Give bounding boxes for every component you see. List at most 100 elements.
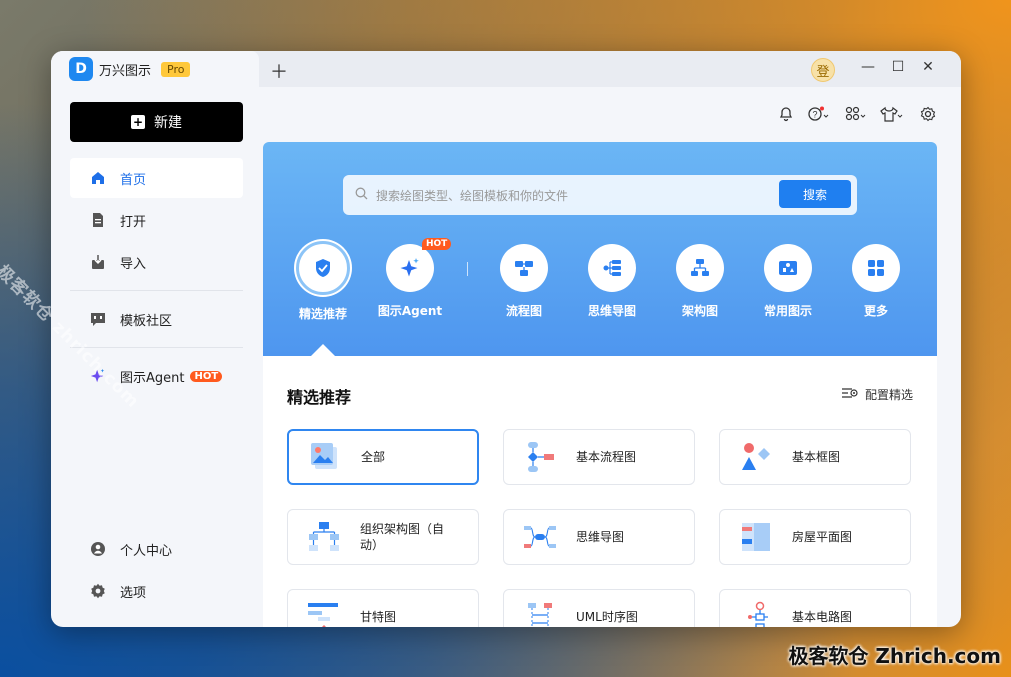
- category-label: 更多: [863, 304, 888, 318]
- config-label: 配置精选: [864, 388, 913, 402]
- category-more[interactable]: 更多: [836, 244, 916, 319]
- template-card-basic-block[interactable]: 基本框图: [719, 429, 911, 485]
- minimize-icon[interactable]: —: [859, 59, 877, 75]
- all-templates-icon: [309, 441, 341, 473]
- hero-banner: 搜索绘图类型、绘图模板和你的文件 搜索 精选推荐 HOT 图示Agent 流程图…: [263, 142, 937, 356]
- maximize-icon[interactable]: ☐: [889, 59, 907, 75]
- circuit-icon: [740, 601, 772, 627]
- category-common-diagram[interactable]: 常用图示: [748, 244, 828, 319]
- card-label: 房屋平面图: [792, 530, 853, 544]
- file-icon: [90, 212, 106, 228]
- sidebar-item-home[interactable]: 首页: [70, 158, 243, 198]
- hot-badge: HOT: [422, 238, 452, 250]
- search-icon: [355, 187, 368, 204]
- featured-section: 精选推荐 配置精选 全部 基本流程图 基本框图 组织架构图（自动） 思维导图 房…: [263, 356, 937, 627]
- settings-icon: [90, 583, 106, 599]
- more-icon: [852, 244, 900, 292]
- bottom-watermark: 极客软仓 Zhrich.com: [788, 644, 1001, 668]
- pro-badge: Pro: [161, 61, 191, 77]
- category-mindmap[interactable]: 思维导图: [572, 244, 652, 319]
- card-label: 全部: [361, 450, 386, 464]
- plus-icon: +: [131, 115, 145, 129]
- architecture-icon: [676, 244, 724, 292]
- category-label: 图示Agent: [377, 304, 443, 318]
- sidebar-item-import[interactable]: 导入: [70, 242, 243, 282]
- app-name: 万兴图示: [99, 63, 152, 79]
- template-card-all[interactable]: 全部: [287, 429, 479, 485]
- featured-icon: [296, 241, 350, 295]
- hot-badge: HOT: [190, 370, 223, 382]
- sidebar-item-label: 选项: [120, 585, 147, 601]
- card-label: 基本流程图: [576, 450, 637, 464]
- user-icon: [90, 541, 106, 557]
- template-card-uml-sequence[interactable]: UML时序图: [503, 589, 695, 627]
- card-label: 基本框图: [792, 450, 841, 464]
- floor-plan-icon: [740, 521, 772, 553]
- org-chart-icon: [308, 521, 340, 553]
- uml-sequence-icon: [524, 601, 556, 627]
- category-agent[interactable]: HOT 图示Agent: [370, 238, 452, 319]
- theme-shirt-icon[interactable]: [880, 106, 904, 126]
- bell-icon[interactable]: [778, 106, 794, 126]
- sidebar-item-label: 个人中心: [120, 543, 173, 559]
- card-label: 基本电路图: [792, 610, 853, 624]
- category-architecture[interactable]: 架构图: [660, 244, 740, 319]
- search-input[interactable]: 搜索绘图类型、绘图模板和你的文件: [376, 187, 568, 204]
- home-icon: [90, 170, 106, 186]
- mindmap-icon: [588, 244, 636, 292]
- template-card-floor-plan[interactable]: 房屋平面图: [719, 509, 911, 565]
- template-card-mindmap[interactable]: 思维导图: [503, 509, 695, 565]
- sidebar-item-label: 导入: [120, 256, 147, 272]
- title-bar: D 万兴图示 Pro ＋ 登 — ☐ ✕: [51, 51, 961, 87]
- section-title: 精选推荐: [287, 388, 352, 407]
- divider: [70, 290, 243, 291]
- help-icon[interactable]: ?: [808, 106, 830, 126]
- category-featured[interactable]: 精选推荐: [283, 241, 363, 322]
- apps-grid-icon[interactable]: [845, 106, 867, 126]
- chat-icon: [90, 311, 106, 327]
- selected-category-pointer: [311, 344, 335, 356]
- sidebar-item-label: 模板社区: [120, 313, 173, 329]
- basic-flowchart-icon: [524, 441, 556, 473]
- svg-text:?: ?: [812, 110, 817, 120]
- template-card-basic-flowchart[interactable]: 基本流程图: [503, 429, 695, 485]
- basic-block-diagram-icon: [740, 441, 772, 473]
- agent-icon: [386, 244, 434, 292]
- app-tab[interactable]: D 万兴图示 Pro: [51, 51, 259, 87]
- search-button[interactable]: 搜索: [779, 180, 851, 208]
- sidebar-item-profile[interactable]: 个人中心: [70, 529, 243, 569]
- import-icon: [90, 254, 106, 270]
- search-bar[interactable]: 搜索绘图类型、绘图模板和你的文件 搜索: [343, 175, 857, 215]
- sidebar-item-options[interactable]: 选项: [70, 571, 243, 611]
- new-button[interactable]: + 新建: [70, 102, 243, 142]
- close-icon[interactable]: ✕: [919, 59, 937, 75]
- category-label: 架构图: [681, 304, 718, 318]
- sidebar-item-open[interactable]: 打开: [70, 200, 243, 240]
- new-button-label: 新建: [154, 115, 182, 131]
- gantt-chart-icon: [308, 601, 340, 627]
- flowchart-icon: [500, 244, 548, 292]
- common-diagram-icon: [764, 244, 812, 292]
- template-card-basic-circuit[interactable]: 基本电路图: [719, 589, 911, 627]
- category-label: 流程图: [505, 304, 542, 318]
- login-avatar[interactable]: 登: [811, 58, 835, 82]
- category-divider: [467, 262, 468, 276]
- card-label: 组织架构图（自动）: [360, 522, 445, 552]
- configure-featured-button[interactable]: 配置精选: [841, 386, 913, 403]
- category-label: 思维导图: [587, 304, 636, 318]
- card-label: 思维导图: [576, 530, 625, 544]
- new-tab-plus-icon[interactable]: ＋: [270, 58, 288, 84]
- card-label: UML时序图: [576, 610, 638, 624]
- template-card-gantt[interactable]: 甘特图: [287, 589, 479, 627]
- app-logo-icon: D: [69, 57, 93, 81]
- sidebar-item-template-community[interactable]: 模板社区: [70, 299, 243, 339]
- card-label: 甘特图: [360, 610, 397, 624]
- sidebar-item-label: 首页: [120, 172, 147, 188]
- sidebar-item-label: 打开: [120, 214, 147, 230]
- category-label: 常用图示: [763, 304, 812, 318]
- gear-icon[interactable]: [920, 106, 936, 126]
- main-content: 搜索绘图类型、绘图模板和你的文件 搜索 精选推荐 HOT 图示Agent 流程图…: [263, 142, 937, 627]
- template-card-org-chart[interactable]: 组织架构图（自动）: [287, 509, 479, 565]
- category-label: 精选推荐: [298, 307, 347, 321]
- category-flowchart[interactable]: 流程图: [484, 244, 564, 319]
